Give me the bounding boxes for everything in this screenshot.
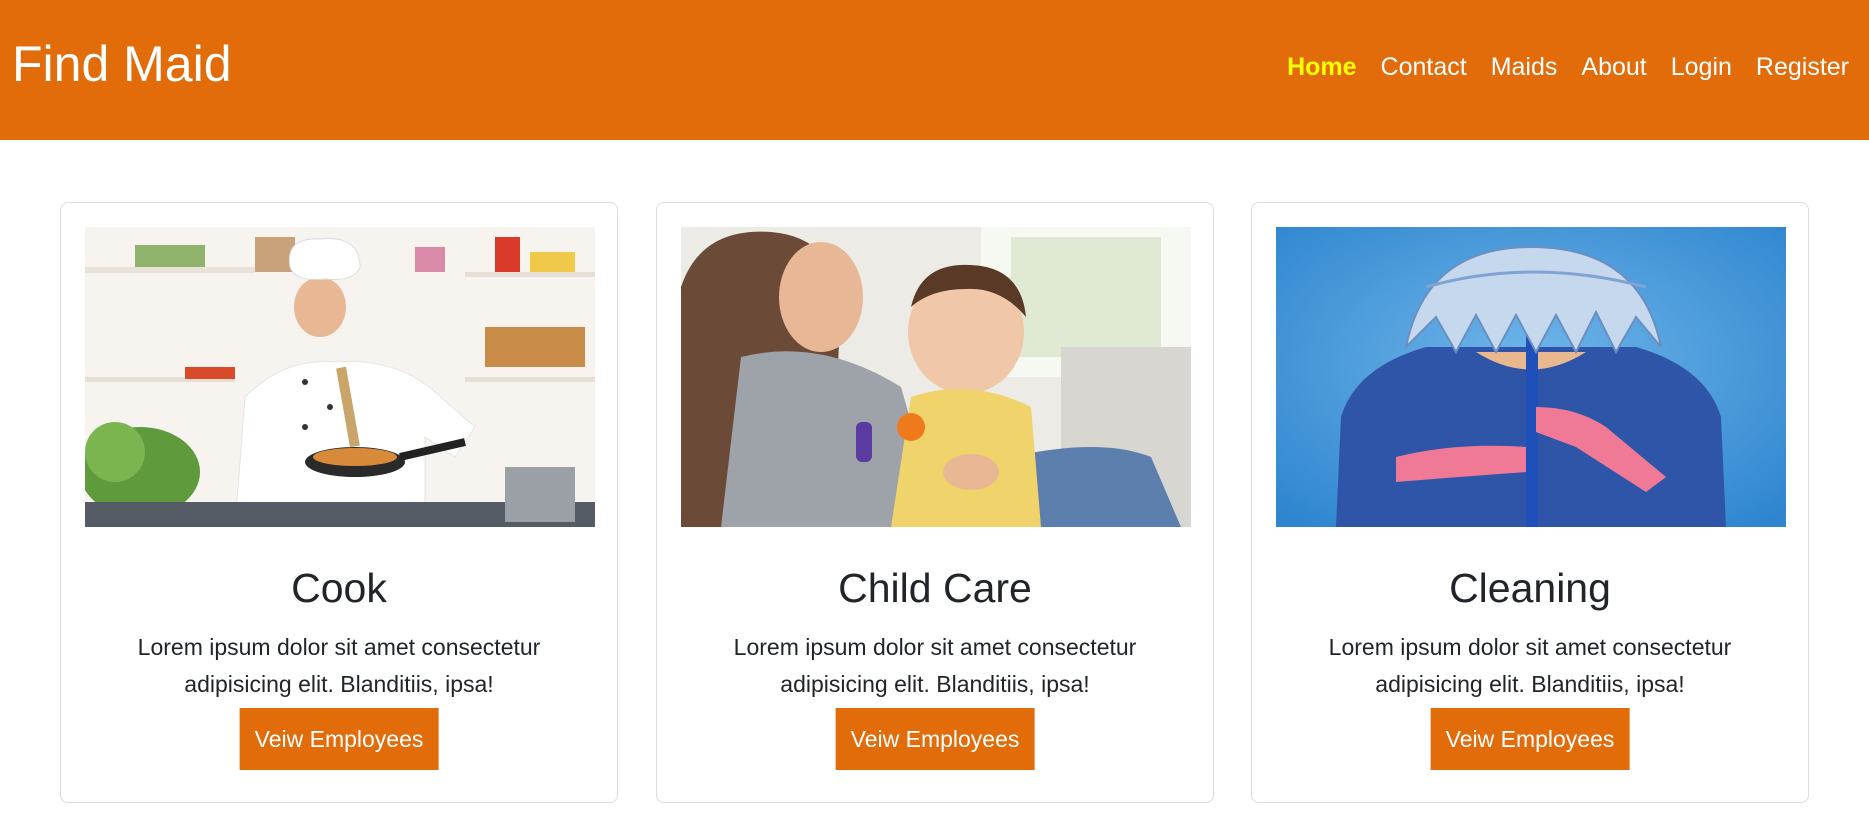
navbar: Find Maid Home Contact Maids About Login… bbox=[0, 0, 1869, 140]
child-care-image bbox=[681, 227, 1191, 527]
card-text: Lorem ipsum dolor sit amet consectetur a… bbox=[137, 634, 541, 697]
nav-menu: Home Contact Maids About Login Register bbox=[1275, 46, 1861, 88]
card-title: Cleaning bbox=[1449, 565, 1611, 611]
card-cook: Cook Lorem ipsum dolor sit amet consecte… bbox=[60, 202, 618, 803]
nav-register[interactable]: Register bbox=[1744, 46, 1861, 88]
card-text: Lorem ipsum dolor sit amet consectetur a… bbox=[1328, 634, 1732, 697]
nav-maids[interactable]: Maids bbox=[1479, 46, 1570, 88]
card-title: Child Care bbox=[838, 565, 1032, 611]
nav-login[interactable]: Login bbox=[1659, 46, 1744, 88]
card-cleaning: Cleaning Lorem ipsum dolor sit amet cons… bbox=[1251, 202, 1809, 803]
card-child-care: Child Care Lorem ipsum dolor sit amet co… bbox=[656, 202, 1214, 803]
chef-cooking-photo bbox=[85, 227, 595, 527]
nav-about[interactable]: About bbox=[1569, 46, 1658, 88]
nav-contact[interactable]: Contact bbox=[1369, 46, 1479, 88]
view-employees-button[interactable]: Veiw Employees bbox=[239, 708, 439, 770]
cook-image bbox=[85, 227, 595, 527]
view-employees-button[interactable]: Veiw Employees bbox=[835, 708, 1035, 770]
cleaning-image bbox=[1276, 227, 1786, 527]
view-employees-button[interactable]: Veiw Employees bbox=[1430, 708, 1630, 770]
woman-holding-mop-photo bbox=[1276, 227, 1786, 527]
mother-with-baby-photo bbox=[681, 227, 1191, 527]
brand-logo[interactable]: Find Maid bbox=[12, 32, 232, 96]
nav-home[interactable]: Home bbox=[1275, 46, 1368, 88]
card-text: Lorem ipsum dolor sit amet consectetur a… bbox=[733, 634, 1137, 697]
card-title: Cook bbox=[291, 565, 387, 611]
